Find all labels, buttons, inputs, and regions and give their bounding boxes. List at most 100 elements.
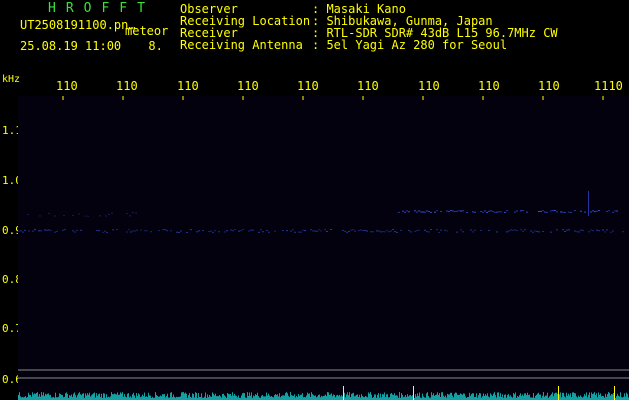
signal-pixel (106, 231, 108, 233)
baseline-bar (380, 393, 381, 400)
signal-pixel (274, 230, 276, 232)
baseline-bar (207, 394, 208, 400)
baseline-bar (294, 394, 295, 400)
signal-pixel (444, 229, 446, 231)
baseline-bar (261, 395, 262, 400)
baseline-bar (277, 394, 278, 400)
baseline-bar (405, 395, 406, 400)
baseline-bar (500, 393, 501, 400)
baseline-bar (253, 395, 254, 400)
signal-pixel (54, 215, 56, 217)
signal-pixel (446, 230, 448, 232)
baseline-bar (181, 392, 182, 400)
signal-pixel (430, 211, 432, 213)
signal-pixel (594, 211, 596, 213)
baseline-bar (120, 392, 121, 400)
baseline-bar (391, 392, 392, 400)
signal-pixel (506, 210, 508, 212)
signal-pixel (84, 215, 86, 217)
baseline-bar (182, 392, 183, 400)
baseline-bar (591, 392, 592, 400)
signal-pixel (326, 231, 328, 233)
baseline-bar (498, 392, 499, 400)
signal-pixel (498, 211, 500, 213)
baseline-bar (293, 395, 294, 400)
baseline-bar (321, 395, 322, 400)
baseline-bar (71, 394, 72, 400)
baseline-bar (493, 393, 494, 400)
baseline-bar (299, 395, 300, 400)
baseline-bar (157, 395, 158, 400)
baseline-bar (98, 394, 99, 400)
baseline-bar (490, 393, 491, 400)
signal-pixel (426, 210, 428, 212)
signal-pixel (48, 212, 50, 214)
baseline-bar (214, 395, 215, 400)
baseline-bar (588, 394, 589, 400)
baseline-bar (45, 393, 46, 400)
signal-pixel (260, 229, 262, 231)
signal-pixel (436, 210, 438, 212)
signal-pixel (56, 230, 58, 232)
baseline-bar (119, 394, 120, 400)
signal-pixel (622, 231, 624, 233)
baseline-bar (326, 396, 327, 400)
baseline-bar (476, 393, 477, 400)
datetime-value: 25.08.19 11:00 (20, 39, 122, 53)
baseline-bar (529, 394, 530, 400)
baseline-peak (413, 386, 414, 400)
baseline-bar (36, 393, 37, 400)
baseline-bar (488, 396, 489, 400)
spectrogram-plot (18, 96, 629, 400)
baseline-bar (254, 396, 255, 400)
baseline-bar (171, 392, 172, 400)
baseline-bar (306, 395, 307, 400)
baseline-bar (332, 396, 333, 400)
signal-pixel (484, 210, 486, 212)
baseline-bar (324, 395, 325, 400)
baseline-bar (34, 393, 35, 400)
signal-pixel (564, 211, 566, 213)
baseline-bar (402, 394, 403, 400)
baseline-bar (586, 392, 587, 400)
signal-pixel (132, 212, 134, 214)
baseline-bar (356, 394, 357, 400)
baseline-bar (282, 395, 283, 400)
baseline-bar (525, 393, 526, 400)
signal-pixel (354, 230, 356, 232)
signal-pixel (606, 210, 608, 212)
signal-pixel (136, 229, 138, 231)
baseline-bar (74, 392, 75, 400)
baseline-bar (244, 393, 245, 400)
x-tick-label: 110 (538, 79, 560, 93)
baseline-bar (137, 396, 138, 400)
signal-pixel (416, 230, 418, 232)
baseline-bar (271, 396, 272, 400)
baseline-bar (455, 392, 456, 400)
baseline-bar (478, 395, 479, 400)
baseline-bar (29, 394, 30, 400)
baseline-bar (557, 393, 558, 400)
baseline-bar (286, 392, 287, 400)
signal-pixel (562, 211, 564, 213)
signal-pixel (474, 211, 476, 213)
baseline-bar (339, 394, 340, 400)
baseline-bar (449, 394, 450, 400)
signal-pixel (506, 231, 508, 233)
signal-pixel (434, 211, 436, 213)
baseline-bar (142, 394, 143, 400)
signal-pixel (378, 230, 380, 232)
baseline-bar (258, 396, 259, 400)
baseline-bar (491, 394, 492, 400)
baseline-bar (112, 394, 113, 400)
baseline-bar (218, 396, 219, 400)
baseline-bar (317, 396, 318, 400)
signal-pixel (612, 211, 614, 213)
baseline-bar (521, 395, 522, 400)
baseline-bar (392, 394, 393, 400)
antenna-label: Receiving Antenna (180, 38, 303, 52)
baseline-bar (546, 395, 547, 400)
baseline-bar (570, 393, 571, 400)
signal-pixel (304, 230, 306, 232)
baseline-bar (338, 395, 339, 400)
